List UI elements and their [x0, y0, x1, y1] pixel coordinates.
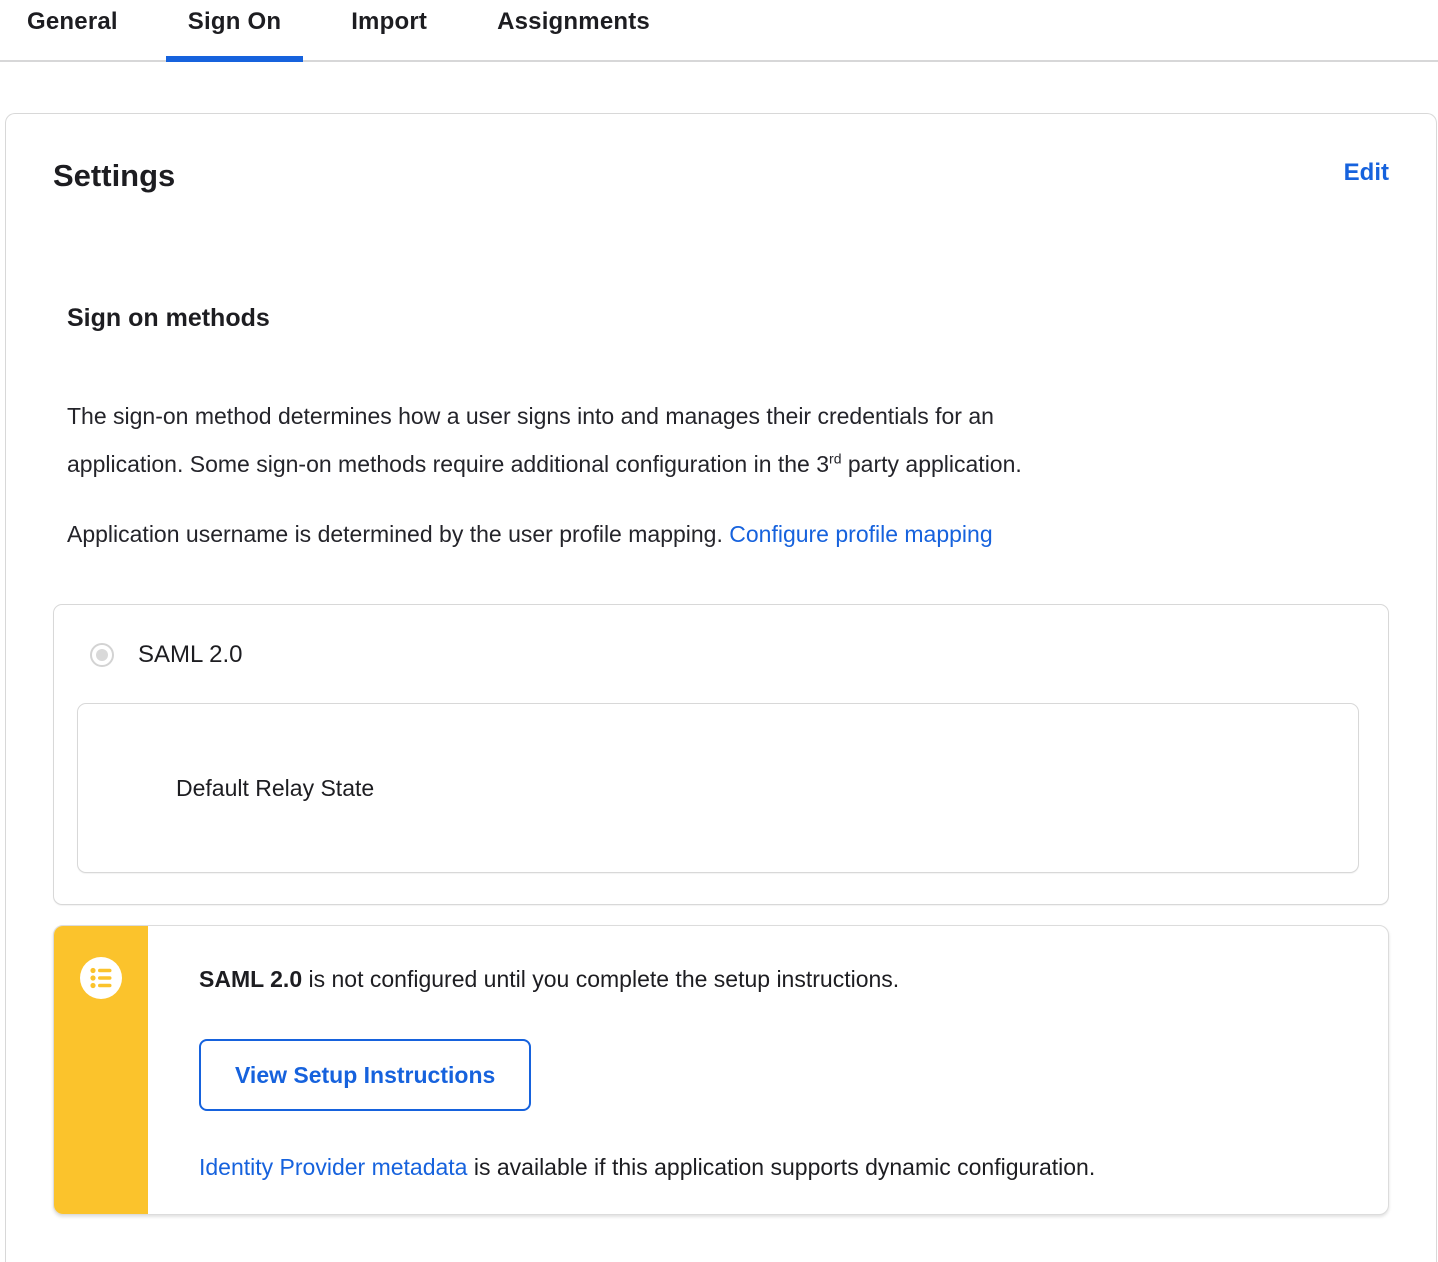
sign-on-methods-description: The sign-on method determines how a user…: [67, 392, 1389, 488]
setup-list-icon: [80, 957, 122, 999]
callout-footer-text: Identity Provider metadata is available …: [199, 1154, 1096, 1180]
edit-link[interactable]: Edit: [1344, 156, 1389, 190]
configure-profile-mapping-link[interactable]: Configure profile mapping: [729, 521, 992, 547]
callout-body: SAML 2.0 is not configured until you com…: [148, 926, 1388, 1214]
tab-sign-on[interactable]: Sign On: [165, 0, 304, 62]
application-username-text: Application username is determined by th…: [67, 521, 993, 547]
saml-setup-callout: SAML 2.0 is not configured until you com…: [53, 925, 1389, 1215]
tab-assignments[interactable]: Assignments: [475, 0, 672, 60]
settings-card-header: Settings Edit: [53, 156, 1389, 196]
identity-provider-metadata-link[interactable]: Identity Provider metadata: [199, 1154, 467, 1180]
tab-import[interactable]: Import: [329, 0, 449, 60]
description-line-1: The sign-on method determines how a user…: [67, 403, 994, 429]
ordinal-superscript: rd: [829, 450, 842, 467]
tab-general[interactable]: General: [5, 0, 140, 60]
saml-radio-button[interactable]: [90, 643, 114, 667]
default-relay-state-box: Default Relay State: [77, 703, 1359, 873]
saml-method-box: SAML 2.0 Default Relay State: [53, 604, 1389, 905]
settings-title: Settings: [53, 158, 176, 193]
settings-card: Settings Edit Sign on methods The sign-o…: [5, 113, 1437, 1262]
sign-on-methods-heading: Sign on methods: [67, 304, 270, 332]
saml-radio-row: SAML 2.0: [77, 641, 1359, 669]
callout-warning-strip: [54, 926, 148, 1214]
view-setup-instructions-button[interactable]: View Setup Instructions: [199, 1039, 532, 1111]
description-line-2: application. Some sign-on methods requir…: [67, 450, 1022, 477]
app-tab-bar: General Sign On Import Assignments: [0, 0, 1438, 62]
default-relay-state-label: Default Relay State: [176, 775, 375, 801]
callout-message: SAML 2.0 is not configured until you com…: [199, 966, 900, 992]
saml-radio-label: SAML 2.0: [138, 641, 243, 668]
callout-message-bold: SAML 2.0: [199, 966, 303, 992]
